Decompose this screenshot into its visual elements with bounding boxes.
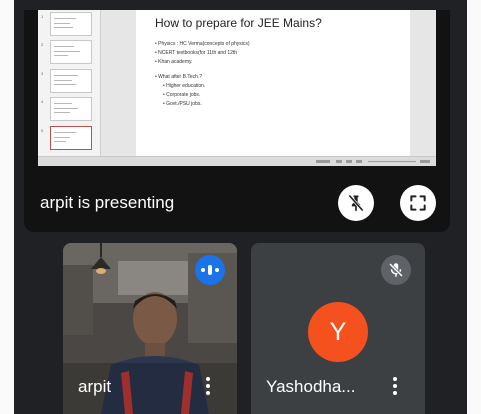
slide-sub-bullet: Higher education. <box>155 82 250 91</box>
participant-name: arpit <box>78 377 112 396</box>
participant-tile-yashodha[interactable]: Y Yashodha... <box>251 243 425 414</box>
slide-thumbnail-pane: 1 2 3 4 5 <box>38 10 101 156</box>
slide-bullet: Physics : HC Verma(concepts of physics) <box>155 40 249 49</box>
participant-name: Yashodha... <box>266 377 356 396</box>
avatar-initial: Y <box>329 317 347 346</box>
slide-bullet: Khan academy. <box>155 58 250 67</box>
mic-muted-indicator <box>381 255 411 285</box>
slide-sub-bullet: Govt./PSU jobs. <box>155 100 250 109</box>
slide-thumbnail-active <box>50 126 92 150</box>
thumbnail-number: 3 <box>41 71 44 76</box>
audio-level-icon <box>201 268 205 272</box>
more-vert-icon <box>393 377 397 381</box>
slide-thumbnail <box>50 97 92 121</box>
presenter-label: arpit is presenting <box>40 193 175 212</box>
slide-body: Physics : HC Verma(concepts of physics) … <box>155 40 250 109</box>
slide-bullet: What after B.Tech.? <box>155 73 250 82</box>
mic-off-icon <box>388 262 404 278</box>
slide-bullet: NCERT textbooks(for 11th and 12th <box>155 49 250 58</box>
presentation-status-bar <box>38 156 436 166</box>
more-options-button[interactable] <box>206 377 210 395</box>
shared-screen: 1 2 3 4 5 How to prepare for JEE Mains? <box>38 10 436 166</box>
slide-title: How to prepare for JEE Mains? <box>155 16 322 30</box>
more-vert-icon <box>206 377 210 381</box>
participant-tile-arpit[interactable]: arpit <box>63 243 237 414</box>
thumbnail-number: 1 <box>41 14 44 19</box>
thumbnail-number: 4 <box>41 99 44 104</box>
slide-sub-bullet: Corporate jobs. <box>155 91 250 100</box>
thumbnail-number: 2 <box>41 42 44 47</box>
slide-thumbnail <box>50 69 92 93</box>
current-slide: How to prepare for JEE Mains? Physics : … <box>136 10 410 156</box>
more-options-button[interactable] <box>393 377 397 395</box>
fullscreen-button[interactable] <box>400 185 436 221</box>
thumbnail-number: 5 <box>41 128 44 133</box>
pin-off-icon <box>348 194 364 212</box>
slide-thumbnail <box>50 12 92 36</box>
speaking-indicator <box>195 255 225 285</box>
fullscreen-icon <box>410 195 426 211</box>
avatar: Y <box>308 302 368 362</box>
unpin-button[interactable] <box>338 185 374 221</box>
slide-thumbnail <box>50 40 92 64</box>
presentation-panel: 1 2 3 4 5 How to prepare for JEE Mains? <box>24 10 450 232</box>
